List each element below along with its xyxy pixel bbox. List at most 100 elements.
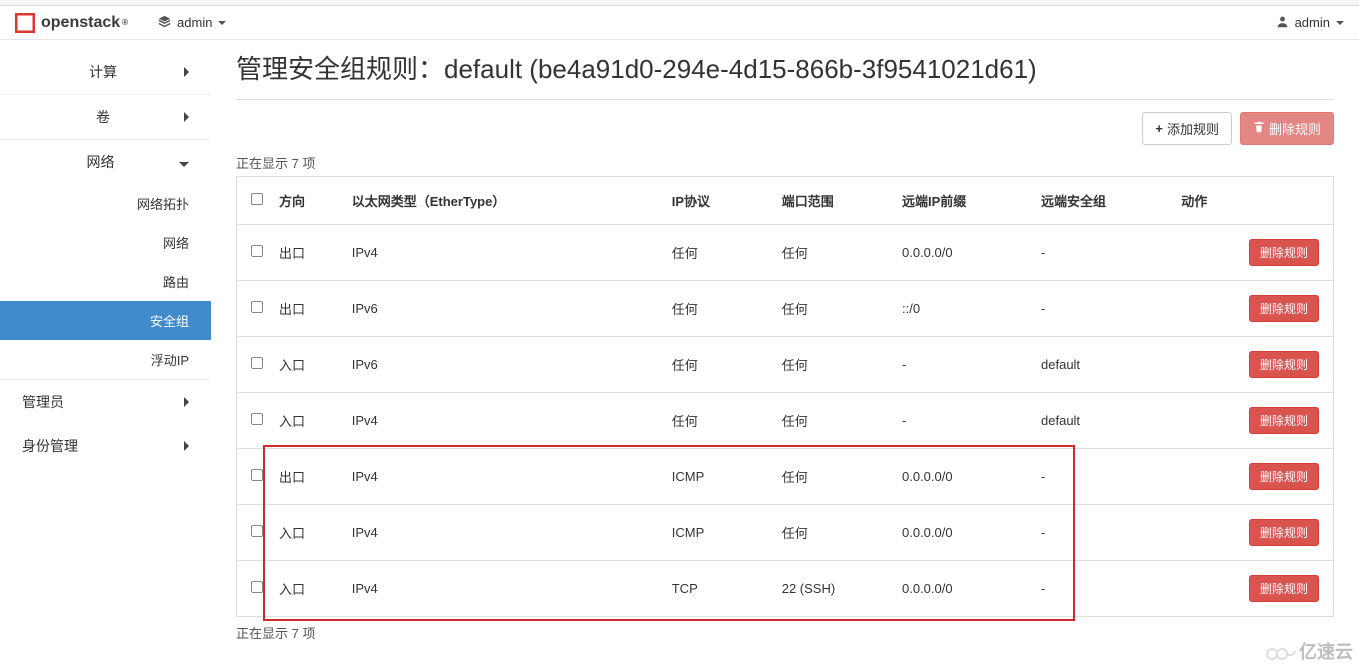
row-checkbox[interactable] — [251, 581, 263, 593]
cell-direction: 入口 — [271, 561, 344, 617]
brand-reg: ® — [122, 18, 128, 27]
chevron-right-icon — [184, 438, 189, 454]
cell-direction: 出口 — [271, 449, 344, 505]
cell-ip-protocol: ICMP — [664, 505, 774, 561]
cell-remote-prefix: 0.0.0.0/0 — [894, 561, 1033, 617]
delete-rules-label: 删除规则 — [1269, 119, 1321, 138]
delete-rule-button[interactable]: 删除规则 — [1249, 575, 1319, 602]
delete-rule-button[interactable]: 删除规则 — [1249, 295, 1319, 322]
row-count-bottom: 正在显示 7 项 — [236, 623, 1334, 642]
cell-ip-protocol: 任何 — [664, 225, 774, 281]
cell-port-range: 任何 — [774, 505, 894, 561]
cell-remote-group: - — [1033, 281, 1173, 337]
caret-down-icon — [218, 21, 226, 25]
table-row: 入口IPv4ICMP任何0.0.0.0/0-删除规则 — [237, 505, 1334, 561]
openstack-logo-icon — [15, 13, 35, 33]
cell-remote-group: - — [1033, 225, 1173, 281]
cell-port-range: 任何 — [774, 225, 894, 281]
col-port-range[interactable]: 端口范围 — [774, 177, 894, 225]
cell-direction: 入口 — [271, 337, 344, 393]
cell-port-range: 任何 — [774, 393, 894, 449]
delete-rules-button[interactable]: 删除规则 — [1240, 112, 1334, 145]
delete-rule-button[interactable]: 删除规则 — [1249, 463, 1319, 490]
col-ethertype[interactable]: 以太网类型（EtherType） — [344, 177, 664, 225]
cell-remote-prefix: - — [894, 337, 1033, 393]
cell-port-range: 任何 — [774, 337, 894, 393]
project-switcher[interactable]: admin — [158, 15, 226, 31]
row-checkbox[interactable] — [251, 357, 263, 369]
sidebar: 计算 卷 网络 网络拓扑 网络 路由 安全组 浮动IP 管理员 — [0, 40, 211, 666]
cell-direction: 入口 — [271, 393, 344, 449]
table-header-row: 方向 以太网类型（EtherType） IP协议 端口范围 远端IP前缀 远端安… — [237, 177, 1334, 225]
col-ip-protocol[interactable]: IP协议 — [664, 177, 774, 225]
col-remote-group[interactable]: 远端安全组 — [1033, 177, 1173, 225]
select-all-checkbox[interactable] — [251, 193, 263, 205]
row-checkbox[interactable] — [251, 301, 263, 313]
caret-down-icon — [1336, 21, 1344, 25]
cell-direction: 出口 — [271, 225, 344, 281]
content: 管理安全组规则：default (be4a91d0-294e-4d15-866b… — [211, 40, 1359, 666]
layers-icon — [158, 15, 171, 31]
user-menu[interactable]: admin — [1276, 15, 1344, 31]
table-row: 入口IPv6任何任何-default删除规则 — [237, 337, 1334, 393]
sidebar-item-routers[interactable]: 路由 — [0, 262, 211, 301]
col-actions: 动作 — [1173, 177, 1333, 225]
row-checkbox[interactable] — [251, 245, 263, 257]
sidebar-panel-compute[interactable]: 计算 — [0, 50, 211, 94]
sidebar-item-security-groups[interactable]: 安全组 — [0, 301, 211, 340]
brand-text: openstack — [41, 14, 120, 32]
sidebar-label: 卷 — [22, 107, 184, 127]
sidebar-submenu-network: 网络拓扑 网络 路由 安全组 浮动IP — [0, 184, 211, 379]
cell-direction: 出口 — [271, 281, 344, 337]
trash-icon — [1253, 121, 1265, 136]
project-name: admin — [177, 15, 212, 30]
brand[interactable]: openstack® — [15, 13, 128, 33]
cell-ip-protocol: ICMP — [664, 449, 774, 505]
cell-remote-prefix: 0.0.0.0/0 — [894, 225, 1033, 281]
cell-ip-protocol: 任何 — [664, 337, 774, 393]
sidebar-panel-identity[interactable]: 身份管理 — [0, 424, 211, 468]
cell-ethertype: IPv4 — [344, 393, 664, 449]
chevron-down-icon — [179, 154, 189, 170]
sidebar-panel-admin[interactable]: 管理员 — [0, 379, 211, 424]
row-checkbox[interactable] — [251, 469, 263, 481]
cell-ethertype: IPv6 — [344, 337, 664, 393]
cell-port-range: 任何 — [774, 281, 894, 337]
row-checkbox[interactable] — [251, 413, 263, 425]
add-rule-button[interactable]: + 添加规则 — [1142, 112, 1232, 145]
sidebar-panel-volume[interactable]: 卷 — [0, 94, 211, 139]
cell-ethertype: IPv4 — [344, 449, 664, 505]
cell-remote-group: default — [1033, 337, 1173, 393]
add-rule-label: 添加规则 — [1167, 119, 1219, 138]
user-name: admin — [1295, 15, 1330, 30]
table-row: 出口IPv4任何任何0.0.0.0/0-删除规则 — [237, 225, 1334, 281]
chevron-right-icon — [184, 109, 189, 125]
row-count-top: 正在显示 7 项 — [236, 153, 1334, 172]
table-row: 出口IPv6任何任何::/0-删除规则 — [237, 281, 1334, 337]
col-direction[interactable]: 方向 — [271, 177, 344, 225]
sidebar-label: 管理员 — [22, 392, 64, 412]
delete-rule-button[interactable]: 删除规则 — [1249, 351, 1319, 378]
cell-remote-prefix: ::/0 — [894, 281, 1033, 337]
sidebar-panel-network[interactable]: 网络 — [0, 139, 211, 184]
user-icon — [1276, 15, 1289, 31]
table-row: 入口IPv4任何任何-default删除规则 — [237, 393, 1334, 449]
plus-icon: + — [1155, 121, 1163, 136]
delete-rule-button[interactable]: 删除规则 — [1249, 239, 1319, 266]
cell-direction: 入口 — [271, 505, 344, 561]
sidebar-item-networks[interactable]: 网络 — [0, 223, 211, 262]
top-navbar: openstack® admin admin — [0, 6, 1359, 40]
cell-ip-protocol: 任何 — [664, 281, 774, 337]
row-checkbox[interactable] — [251, 525, 263, 537]
cell-remote-prefix: 0.0.0.0/0 — [894, 449, 1033, 505]
sidebar-item-topology[interactable]: 网络拓扑 — [0, 184, 211, 223]
delete-rule-button[interactable]: 删除规则 — [1249, 407, 1319, 434]
cell-remote-group: - — [1033, 505, 1173, 561]
chevron-right-icon — [184, 64, 189, 80]
cell-remote-group: - — [1033, 449, 1173, 505]
col-remote-prefix[interactable]: 远端IP前缀 — [894, 177, 1033, 225]
cell-ethertype: IPv4 — [344, 225, 664, 281]
rules-table: 方向 以太网类型（EtherType） IP协议 端口范围 远端IP前缀 远端安… — [236, 176, 1334, 617]
delete-rule-button[interactable]: 删除规则 — [1249, 519, 1319, 546]
sidebar-item-floating-ip[interactable]: 浮动IP — [0, 340, 211, 379]
